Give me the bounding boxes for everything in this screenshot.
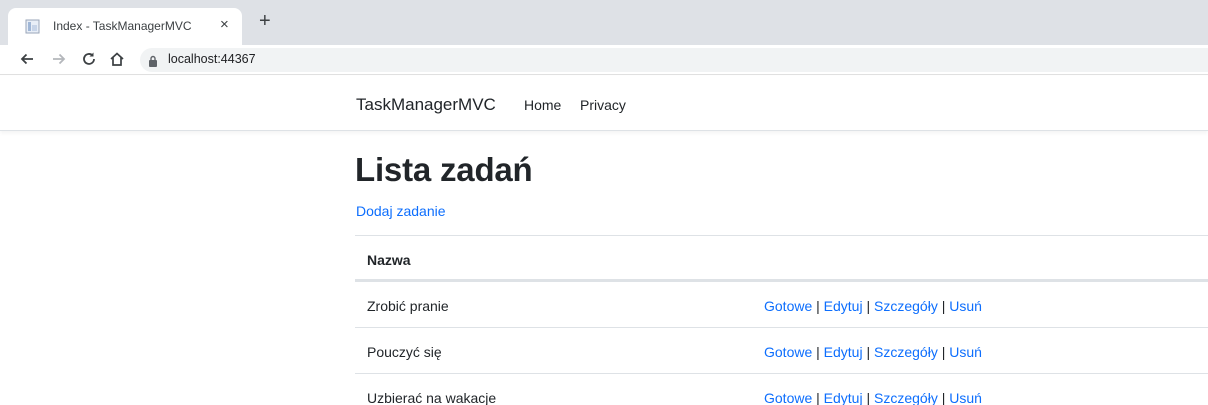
details-link[interactable]: Szczegóły (874, 344, 938, 360)
separator: | (866, 298, 875, 314)
done-link[interactable]: Gotowe (764, 390, 812, 405)
details-link[interactable]: Szczegóły (874, 390, 938, 405)
separator: | (866, 344, 875, 360)
table-row: Uzbierać na wakacje Gotowe | Edytuj | Sz… (355, 373, 1208, 405)
separator: | (816, 298, 824, 314)
task-name: Zrobić pranie (367, 298, 449, 314)
table-header-row: Nazwa (355, 235, 1208, 281)
separator: | (816, 390, 824, 405)
back-arrow-icon[interactable] (18, 50, 36, 68)
table-row: Pouczyć się Gotowe | Edytuj | Szczegóły … (355, 327, 1208, 373)
task-table: Nazwa Zrobić pranie Gotowe | Edytuj | Sz… (355, 235, 1208, 405)
browser-tab[interactable]: Index - TaskManagerMVC × (8, 8, 242, 45)
task-name: Pouczyć się (367, 344, 442, 360)
separator: | (816, 344, 824, 360)
app-navbar: TaskManagerMVC Home Privacy (0, 76, 1208, 131)
address-bar[interactable]: localhost:44367 (140, 48, 1208, 72)
task-name: Uzbierać na wakacje (367, 390, 497, 405)
browser-toolbar: localhost:44367 (0, 45, 1208, 75)
forward-arrow-icon[interactable] (50, 50, 68, 68)
browser-tabstrip: Index - TaskManagerMVC × + (0, 0, 1208, 45)
url-text[interactable]: localhost:44367 (168, 52, 256, 66)
nav-link-privacy[interactable]: Privacy (580, 97, 626, 113)
delete-link[interactable]: Usuń (949, 298, 982, 314)
reload-icon[interactable] (80, 50, 98, 68)
edit-link[interactable]: Edytuj (824, 390, 863, 405)
new-tab-icon[interactable]: + (259, 11, 271, 31)
details-link[interactable]: Szczegóły (874, 298, 938, 314)
row-actions: Gotowe | Edytuj | Szczegóły | Usuń (764, 390, 982, 405)
add-task-link[interactable]: Dodaj zadanie (356, 203, 446, 219)
tab-title: Index - TaskManagerMVC (53, 19, 192, 33)
nav-link-home[interactable]: Home (524, 97, 561, 113)
delete-link[interactable]: Usuń (949, 390, 982, 405)
lock-icon[interactable] (148, 54, 158, 67)
edit-link[interactable]: Edytuj (824, 344, 863, 360)
table-row: Zrobić pranie Gotowe | Edytuj | Szczegół… (355, 281, 1208, 327)
navbar-brand[interactable]: TaskManagerMVC (356, 95, 496, 115)
delete-link[interactable]: Usuń (949, 344, 982, 360)
column-header-name: Nazwa (367, 252, 411, 268)
separator: | (866, 390, 875, 405)
row-actions: Gotowe | Edytuj | Szczegóły | Usuń (764, 298, 982, 314)
home-icon[interactable] (108, 50, 126, 68)
edit-link[interactable]: Edytuj (824, 298, 863, 314)
page-favicon-icon (25, 19, 41, 34)
row-actions: Gotowe | Edytuj | Szczegóły | Usuń (764, 344, 982, 360)
done-link[interactable]: Gotowe (764, 344, 812, 360)
done-link[interactable]: Gotowe (764, 298, 812, 314)
tab-close-icon[interactable]: × (220, 16, 229, 34)
page-title: Lista zadań (355, 151, 533, 188)
